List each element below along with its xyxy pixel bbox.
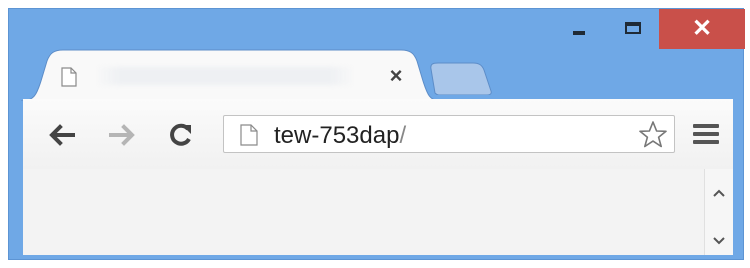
url-text: tew-753dap/ — [274, 122, 406, 150]
vertical-scrollbar[interactable] — [704, 169, 733, 255]
scroll-down-button[interactable] — [705, 231, 733, 251]
page-content — [23, 169, 733, 255]
url-host: tew-753dap — [274, 122, 400, 149]
maximize-icon — [625, 22, 641, 34]
hamburger-menu-icon — [693, 124, 719, 128]
reload-button[interactable] — [165, 119, 197, 151]
url-path: / — [399, 122, 407, 149]
back-button[interactable] — [45, 119, 77, 151]
chevron-up-icon — [713, 189, 725, 197]
close-icon: ✕ — [691, 15, 713, 42]
tab-title — [95, 67, 355, 85]
new-tab-button[interactable] — [429, 61, 493, 95]
address-bar[interactable]: tew-753dap/ — [223, 115, 675, 153]
chevron-down-icon — [713, 237, 725, 245]
minimize-icon — [573, 31, 585, 35]
star-icon[interactable] — [638, 120, 668, 150]
forward-arrow-icon — [109, 124, 135, 146]
scroll-up-button[interactable] — [705, 183, 733, 203]
page-info-icon — [240, 124, 258, 146]
maximize-button[interactable] — [609, 9, 657, 47]
close-window-button[interactable]: ✕ — [659, 9, 745, 49]
forward-button[interactable] — [107, 119, 139, 151]
minimize-button[interactable] — [555, 9, 603, 47]
close-tab-icon: × — [389, 63, 403, 88]
reload-icon — [170, 123, 191, 146]
browser-window: ✕ × tew-753dap/ — [8, 8, 745, 260]
page-icon — [61, 67, 77, 87]
menu-button[interactable] — [693, 121, 719, 147]
toolbar: tew-753dap/ — [23, 99, 733, 170]
tab-close-button[interactable]: × — [385, 65, 407, 87]
new-tab-icon — [430, 62, 492, 95]
back-arrow-icon — [49, 124, 75, 146]
